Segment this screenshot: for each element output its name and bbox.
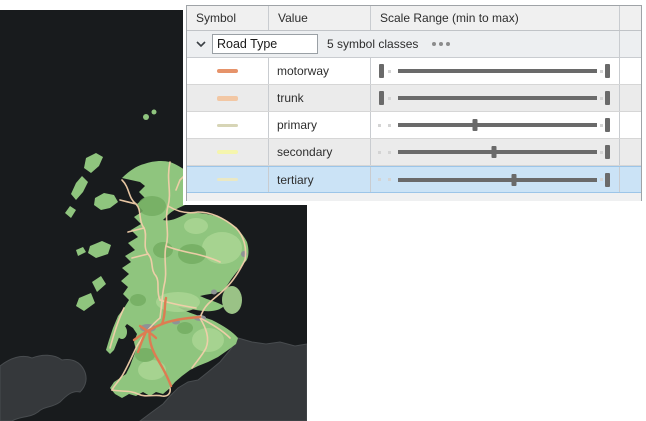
- scale-slider: [371, 112, 619, 138]
- scale-range-track: [398, 178, 597, 182]
- ellipsis-menu-icon[interactable]: [430, 40, 452, 48]
- scale-range-track: [398, 96, 597, 100]
- column-divider: [619, 31, 620, 57]
- column-header-row: Symbol Value Scale Range (min to max): [187, 6, 641, 31]
- panel-footer-filler: [187, 193, 641, 201]
- application-window: Symbol Value Scale Range (min to max) 5 …: [0, 0, 646, 421]
- max-scale-handle[interactable]: [605, 173, 610, 187]
- scale-stop-dot: [388, 151, 391, 154]
- scale-slider: [371, 85, 619, 111]
- symbol-swatch[interactable]: [217, 124, 238, 127]
- scale-stop-dot: [388, 70, 391, 73]
- max-scale-handle[interactable]: [605, 118, 610, 132]
- scale-slider: [371, 139, 619, 165]
- scale-stop-dot: [600, 97, 603, 100]
- symbol-swatch[interactable]: [217, 69, 238, 73]
- max-scale-handle[interactable]: [605, 145, 610, 159]
- column-header-symbol: Symbol: [187, 6, 269, 30]
- column-header-value: Value: [269, 6, 371, 30]
- column-header-scale-range: Scale Range (min to max): [371, 6, 620, 30]
- min-scale-handle[interactable]: [379, 91, 384, 105]
- scale-stop-dot: [600, 178, 603, 181]
- scale-stop-dot: [388, 97, 391, 100]
- scale-range-track: [398, 123, 597, 127]
- symbol-swatch[interactable]: [217, 150, 238, 154]
- symbol-class-row[interactable]: primary: [187, 112, 641, 139]
- symbol-swatch[interactable]: [217, 96, 238, 101]
- chevron-down-icon[interactable]: [192, 35, 210, 53]
- symbol-classes-count: 5 symbol classes: [327, 37, 418, 51]
- scale-range-track: [398, 150, 597, 154]
- scale-range-track: [398, 69, 597, 73]
- symbol-group-row: 5 symbol classes: [187, 31, 641, 58]
- current-scale-thumb[interactable]: [473, 119, 478, 131]
- column-header-spacer: [620, 6, 641, 30]
- value-label: primary: [269, 112, 371, 138]
- group-name-input[interactable]: [212, 34, 318, 54]
- symbol-swatch[interactable]: [217, 178, 238, 181]
- current-scale-thumb[interactable]: [512, 174, 517, 186]
- scale-stop-dot: [600, 70, 603, 73]
- scale-stop-dot: [378, 178, 381, 181]
- symbol-class-row[interactable]: motorway: [187, 58, 641, 85]
- scale-stop-dot: [378, 124, 381, 127]
- scale-slider: [371, 167, 619, 192]
- max-scale-handle[interactable]: [605, 64, 610, 78]
- max-scale-handle[interactable]: [605, 91, 610, 105]
- symbol-class-row[interactable]: secondary: [187, 139, 641, 166]
- scale-stop-dot: [600, 124, 603, 127]
- symbology-panel: Symbol Value Scale Range (min to max) 5 …: [186, 5, 642, 201]
- symbol-class-row-selected[interactable]: tertiary: [187, 166, 641, 193]
- current-scale-thumb[interactable]: [492, 146, 497, 158]
- value-label: motorway: [269, 58, 371, 84]
- scale-slider: [371, 58, 619, 84]
- value-label: tertiary: [269, 167, 371, 192]
- scale-stop-dot: [388, 124, 391, 127]
- min-scale-handle[interactable]: [379, 64, 384, 78]
- scale-stop-dot: [600, 151, 603, 154]
- scale-stop-dot: [388, 178, 391, 181]
- value-label: secondary: [269, 139, 371, 165]
- symbol-class-row[interactable]: trunk: [187, 85, 641, 112]
- scale-stop-dot: [378, 151, 381, 154]
- value-label: trunk: [269, 85, 371, 111]
